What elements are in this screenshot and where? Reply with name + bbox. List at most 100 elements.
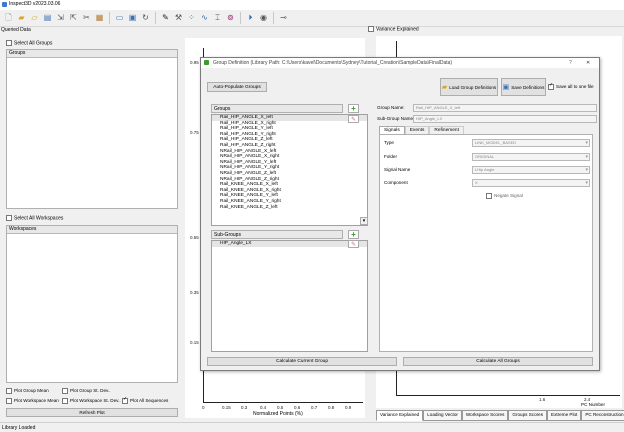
- camera-icon[interactable]: ◉: [258, 13, 269, 24]
- play-icon[interactable]: ⏵: [245, 13, 256, 24]
- plot-workspace-std[interactable]: Plot Workspace St. Dev..: [62, 398, 121, 404]
- calculate-current-group-button[interactable]: Calculate Current Group: [207, 357, 397, 366]
- plot-workspace-std-label: Plot Workspace St. Dev..: [70, 398, 121, 404]
- group-name-label: Group Name:: [377, 105, 405, 110]
- toolbar-separator: [273, 12, 274, 24]
- load-folder-icon: ▰: [441, 84, 448, 91]
- monitor-icon[interactable]: ▭: [114, 13, 125, 24]
- groups-list[interactable]: Rail_HIP_ANGLE_X_left Rail_HIP_ANGLE_X_r…: [211, 114, 368, 226]
- plot-workspace-mean-checkbox[interactable]: [6, 398, 12, 404]
- variance-title: Variance Explained: [368, 26, 419, 32]
- subgroup-name-label: Sub-Group Name:: [377, 116, 415, 121]
- variance-checkbox[interactable]: [368, 26, 374, 32]
- auto-populate-button[interactable]: Auto-Populate Groups: [207, 82, 267, 92]
- group-name-field[interactable]: Rail_HIP_ANGLE_X_left: [413, 104, 597, 112]
- help-button[interactable]: ?: [569, 58, 572, 68]
- select-all-groups[interactable]: Select All Groups: [6, 40, 52, 46]
- plot-all-sequences[interactable]: Plot All Sequences: [122, 398, 168, 404]
- variance-title-text: Variance Explained: [376, 26, 419, 33]
- plot-workspace-mean[interactable]: Plot Workspace Mean: [6, 398, 59, 404]
- open-file-icon[interactable]: ▱: [29, 13, 40, 24]
- measure-icon[interactable]: ⌶: [212, 13, 223, 24]
- select-all-workspaces-checkbox[interactable]: [6, 215, 12, 221]
- tab-workspace-scores[interactable]: Workspace Scores: [461, 410, 509, 421]
- save-file-icon[interactable]: ▤: [42, 13, 53, 24]
- status-bar: Library Loaded: [0, 422, 624, 432]
- select-all-workspaces[interactable]: Select All Workspaces: [6, 215, 63, 221]
- save-all-one-file[interactable]: Save all to one file: [548, 84, 594, 90]
- plot-group-std-checkbox[interactable]: [62, 388, 68, 394]
- edit-group-button[interactable]: ✎: [348, 115, 359, 123]
- close-button[interactable]: ✕: [586, 58, 590, 68]
- x-tick-label: 0.7: [311, 405, 318, 410]
- x-tick-label: 0: [202, 405, 205, 410]
- groups-panel[interactable]: Groups: [6, 49, 178, 209]
- select-all-groups-checkbox[interactable]: [6, 40, 12, 46]
- y-tick-label: 0.95: [190, 60, 199, 65]
- signal-name-label: Signal Name: [384, 167, 411, 172]
- tab-loading-vector[interactable]: Loading Vector: [423, 410, 462, 421]
- add-subgroup-button[interactable]: +: [348, 230, 359, 239]
- import-file-icon[interactable]: ⇲: [55, 13, 66, 24]
- pin-icon[interactable]: ⊸: [278, 13, 289, 24]
- plot-group-mean-checkbox[interactable]: [6, 388, 12, 394]
- refresh-plot-button[interactable]: Refresh Plot: [6, 408, 178, 417]
- calculate-all-groups-button[interactable]: Calculate All Groups: [403, 357, 593, 366]
- refresh-icon[interactable]: ↻: [140, 13, 151, 24]
- type-label: Type: [384, 140, 394, 145]
- y-tick-label: 0.55: [190, 235, 199, 240]
- x-tick-label: 0.15: [222, 405, 231, 410]
- select-all-groups-label: Select All Groups: [14, 40, 53, 47]
- variance-x-axis: [396, 395, 620, 396]
- save-definitions-button[interactable]: ▣ Save Definitions: [501, 78, 546, 96]
- goggles-icon[interactable]: ⊚: [225, 13, 236, 24]
- groups-scroll-down-icon[interactable]: ▾: [360, 217, 368, 225]
- marker-icon[interactable]: ✎: [160, 13, 171, 24]
- type-select[interactable]: LINK_MODEL_BASED: [472, 139, 590, 147]
- tab-groups-scores[interactable]: Groups Scores: [508, 410, 548, 421]
- x-tick-label: 1.6: [539, 397, 546, 402]
- subgroup-name-field[interactable]: HIP_Angle_LX: [413, 115, 597, 123]
- cut-icon[interactable]: ✂: [81, 13, 92, 24]
- curve-icon[interactable]: ∿: [199, 13, 210, 24]
- subgroups-list[interactable]: HIP_Angle_LX: [211, 240, 368, 352]
- toolbar: 🗋 ▰ ▱ ▤ ⇲ ⇱ ✂ ▦ ▭ ▣ ↻ ✎ ⚒ ⁘ ∿ ⌶ ⊚ ⏵ ◉ ⊸: [0, 10, 624, 27]
- negate-signal-checkbox[interactable]: [486, 193, 492, 199]
- toolbar-separator: [109, 12, 110, 24]
- plot-all-sequences-checkbox[interactable]: [122, 398, 128, 404]
- tab-pc-reconstruction[interactable]: PC Reconstruction: [581, 410, 624, 421]
- load-group-definitions-button[interactable]: ▰ Load Group Definitions: [440, 78, 498, 96]
- component-select[interactable]: X: [472, 179, 590, 187]
- signal-name-select[interactable]: LHip Angle: [472, 166, 590, 174]
- paste-icon[interactable]: ▦: [94, 13, 105, 24]
- plot-group-std-label: Plot Group St. Dev..: [70, 388, 111, 394]
- tab-variance-explained[interactable]: Variance Explained: [376, 410, 424, 421]
- plot-workspace-std-checkbox[interactable]: [62, 398, 68, 404]
- new-file-icon[interactable]: 🗋: [3, 13, 14, 24]
- toolbar-separator: [240, 12, 241, 24]
- tab-extreme-plot[interactable]: Extreme Plot: [547, 410, 582, 421]
- tools-icon[interactable]: ⚒: [173, 13, 184, 24]
- plot-group-std[interactable]: Plot Group St. Dev..: [62, 388, 111, 394]
- x-axis-label: Normalized Points (%): [253, 411, 303, 417]
- list-item[interactable]: Rail_KNEE_ANGLE_Z_left: [212, 205, 367, 211]
- edit-subgroup-button[interactable]: ✎: [348, 240, 359, 248]
- workspaces-panel[interactable]: Workspaces: [6, 225, 178, 383]
- save-all-one-file-label: Save all to one file: [556, 84, 594, 90]
- folder-select[interactable]: ORIGINAL: [472, 153, 590, 161]
- add-group-button[interactable]: +: [348, 104, 359, 113]
- dialog-title: Group Definition (Library Path: C:\Users…: [213, 60, 453, 66]
- signals-tab-panel: Type LINK_MODEL_BASED Folder ORIGINAL Si…: [379, 134, 593, 352]
- scatter-icon[interactable]: ⁘: [186, 13, 197, 24]
- save-all-one-file-checkbox[interactable]: [548, 84, 554, 90]
- export-file-icon[interactable]: ⇱: [68, 13, 79, 24]
- open-folder-icon[interactable]: ▰: [16, 13, 27, 24]
- x-tick-label: 0.8: [328, 405, 335, 410]
- list-item[interactable]: HIP_Angle_LX: [212, 241, 367, 247]
- save-disk-icon[interactable]: ▣: [127, 13, 138, 24]
- load-label: Load Group Definitions: [449, 84, 497, 90]
- negate-signal[interactable]: Negate Signal: [486, 193, 523, 199]
- workspaces-header: Workspaces: [7, 226, 177, 234]
- plot-group-mean[interactable]: Plot Group Mean: [6, 388, 49, 394]
- save-disk-icon: ▣: [502, 84, 510, 91]
